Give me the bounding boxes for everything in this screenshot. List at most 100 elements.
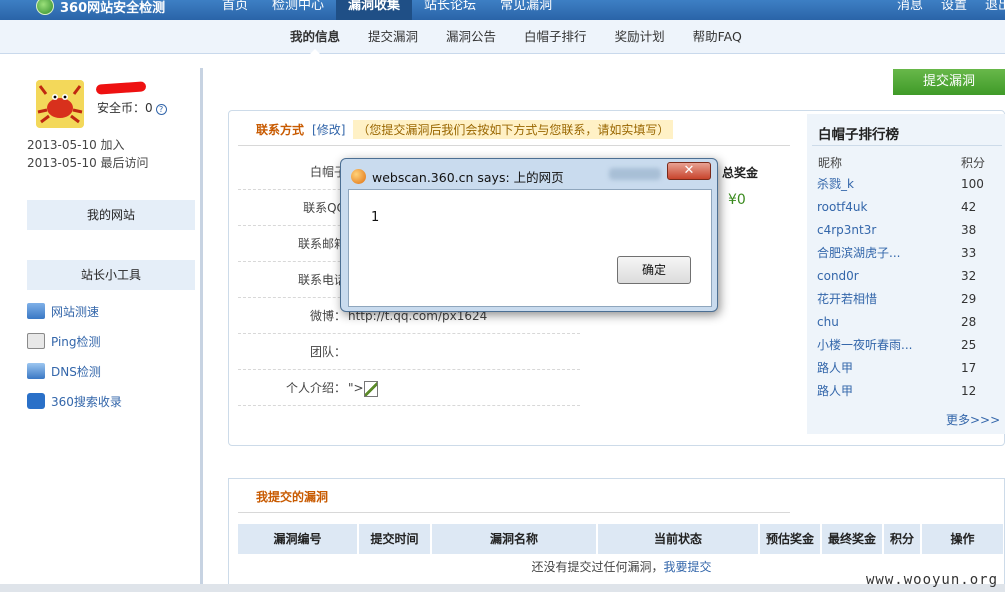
col-submit-time: 提交时间 xyxy=(359,524,430,554)
blurred-region xyxy=(609,168,661,180)
join-date: 2013-05-10 加入 xyxy=(27,138,125,152)
col-status: 当前状态 xyxy=(598,524,758,554)
field-team: 团队： xyxy=(238,334,580,370)
subnav-ranking[interactable]: 白帽子排行 xyxy=(510,20,601,53)
ranking-row: 路人甲 17 xyxy=(817,357,1005,380)
ranking-name[interactable]: 花开若相惜 xyxy=(817,288,877,311)
nav-forum[interactable]: 站长论坛 xyxy=(412,0,488,20)
my-vulns-title: 我提交的漏洞 xyxy=(256,490,329,504)
field-intro: 个人介绍： "> xyxy=(238,370,580,406)
submit-now-link[interactable]: 我要提交 xyxy=(664,560,712,574)
ranking-row: chu 28 xyxy=(817,311,1005,334)
ranking-row: 花开若相惜 29 xyxy=(817,288,1005,311)
ranking-score: 32 xyxy=(961,269,977,283)
subnav-my-info[interactable]: 我的信息 xyxy=(276,20,354,54)
ok-button[interactable]: 确定 xyxy=(617,256,691,284)
ranking-name[interactable]: 路人甲 xyxy=(817,380,853,403)
ranking-title: 白帽子排行榜 xyxy=(818,127,899,143)
subnav-rewards[interactable]: 奖励计划 xyxy=(601,20,679,53)
help-icon[interactable]: ? xyxy=(155,104,167,115)
ranking-more-link[interactable]: 更多>>> xyxy=(946,411,1000,428)
nav-vuln-collect[interactable]: 漏洞收集 xyxy=(336,0,413,20)
ranking-name[interactable]: rootf4uk xyxy=(817,196,867,219)
field-value: "> xyxy=(348,370,378,406)
site-logo[interactable]: 360网站安全检测 xyxy=(36,0,165,16)
tool-360-search[interactable]: 360搜索收录 xyxy=(27,386,122,416)
ranking-col-score: 积分 xyxy=(961,156,986,170)
ranking-score: 12 xyxy=(961,384,977,398)
nav-home[interactable]: 首页 xyxy=(210,0,260,20)
total-bonus-value: ¥0 xyxy=(728,192,746,208)
ranking-name[interactable]: chu xyxy=(817,311,839,334)
contact-title: 联系方式 xyxy=(256,123,305,137)
ranking-score: 25 xyxy=(961,338,977,352)
subnav-submit-vuln[interactable]: 提交漏洞 xyxy=(354,20,432,53)
ranking-row: 杀戮_k 100 xyxy=(817,173,1005,196)
tool-ping[interactable]: Ping检测 xyxy=(27,326,122,356)
tool-speed-test[interactable]: 网站测速 xyxy=(27,296,122,326)
divider xyxy=(238,145,790,146)
contact-header: 联系方式 [修改] （您提交漏洞后我们会按如下方式与您联系，请如实填写） xyxy=(256,120,674,139)
dns-icon xyxy=(27,363,45,379)
col-vuln-name: 漏洞名称 xyxy=(432,524,596,554)
ranking-score: 17 xyxy=(961,361,977,375)
dialog-titlebar: webscan.360.cn says: 上的网页 xyxy=(351,167,564,186)
security-coins-text: 安全币：0 xyxy=(97,101,153,115)
messages-link[interactable]: 消息 xyxy=(897,0,923,12)
ranking-score: 38 xyxy=(961,223,977,237)
browser-icon xyxy=(351,169,366,184)
logout-link[interactable]: 退出 xyxy=(985,0,1005,12)
last-visit-date: 2013-05-10 最后访问 xyxy=(27,156,149,170)
redacted-username xyxy=(95,81,147,95)
ranking-name[interactable]: c4rp3nt3r xyxy=(817,219,876,242)
field-label: 联系电话 xyxy=(297,273,346,287)
nav-common-vulns[interactable]: 常见漏洞 xyxy=(488,0,564,20)
avatar[interactable] xyxy=(36,80,84,128)
search-icon xyxy=(27,393,45,409)
vulns-table-header: 漏洞编号 提交时间 漏洞名称 当前状态 预估奖金 最终奖金 积分 操作 xyxy=(238,524,1005,554)
user-menu: 消息 设置 退出 xyxy=(897,0,1005,12)
divider xyxy=(238,512,790,513)
close-icon[interactable]: ✕ xyxy=(667,162,711,180)
broken-image-icon xyxy=(363,380,378,397)
field-label: 个人介绍： xyxy=(285,381,346,395)
settings-link[interactable]: 设置 xyxy=(941,0,967,12)
main-nav: 首页 检测中心 漏洞收集 站长论坛 常见漏洞 xyxy=(210,0,564,20)
alert-dialog: webscan.360.cn says: 上的网页 ✕ 1 确定 xyxy=(340,158,718,312)
my-website-button[interactable]: 我的网站 xyxy=(27,200,195,230)
tool-dns-label: DNS检测 xyxy=(51,364,101,379)
ranking-name[interactable]: 路人甲 xyxy=(817,357,853,380)
ranking-name[interactable]: cond0r xyxy=(817,265,859,288)
ranking-row: 小楼一夜听春雨... 25 xyxy=(817,334,1005,357)
nav-scan-center[interactable]: 检测中心 xyxy=(260,0,336,20)
empty-text: 还没有提交过任何漏洞， xyxy=(531,560,664,574)
intro-text: "> xyxy=(348,381,364,395)
ranking-name[interactable]: 小楼一夜听春雨... xyxy=(817,334,912,357)
ping-icon xyxy=(27,333,45,349)
ranking-name[interactable]: 杀戮_k xyxy=(817,173,854,196)
divider xyxy=(812,145,1002,146)
edit-contact-link[interactable]: [修改] xyxy=(312,121,345,138)
ranking-name[interactable]: 合肥滨湖虎子... xyxy=(817,242,900,265)
tool-dns[interactable]: DNS检测 xyxy=(27,356,122,386)
submit-vuln-button[interactable]: 提交漏洞 xyxy=(893,69,1005,95)
ranking-row: 路人甲 12 xyxy=(817,380,1005,403)
ranking-row: rootf4uk 42 xyxy=(817,196,1005,219)
tools-list: 网站测速 Ping检测 DNS检测 360搜索收录 xyxy=(27,296,122,416)
ranking-col-name: 昵称 xyxy=(818,156,843,170)
col-points: 积分 xyxy=(884,524,920,554)
tool-speed-test-label: 网站测速 xyxy=(51,304,100,319)
monitor-icon xyxy=(27,303,45,319)
field-label: 团队： xyxy=(309,345,346,359)
dialog-body: 1 确定 xyxy=(348,189,712,307)
subnav-faq[interactable]: 帮助FAQ xyxy=(679,20,756,53)
column-divider xyxy=(200,68,203,592)
ranking-score: 42 xyxy=(961,200,977,214)
total-bonus-label: 总奖金 xyxy=(722,166,759,180)
col-vuln-id: 漏洞编号 xyxy=(238,524,357,554)
tool-360-search-label: 360搜索收录 xyxy=(51,394,122,409)
subnav-announcements[interactable]: 漏洞公告 xyxy=(432,20,510,53)
horizontal-scrollbar[interactable] xyxy=(0,584,1005,592)
ranking-score: 100 xyxy=(961,177,984,191)
security-coins: 安全币：0? xyxy=(97,99,167,116)
